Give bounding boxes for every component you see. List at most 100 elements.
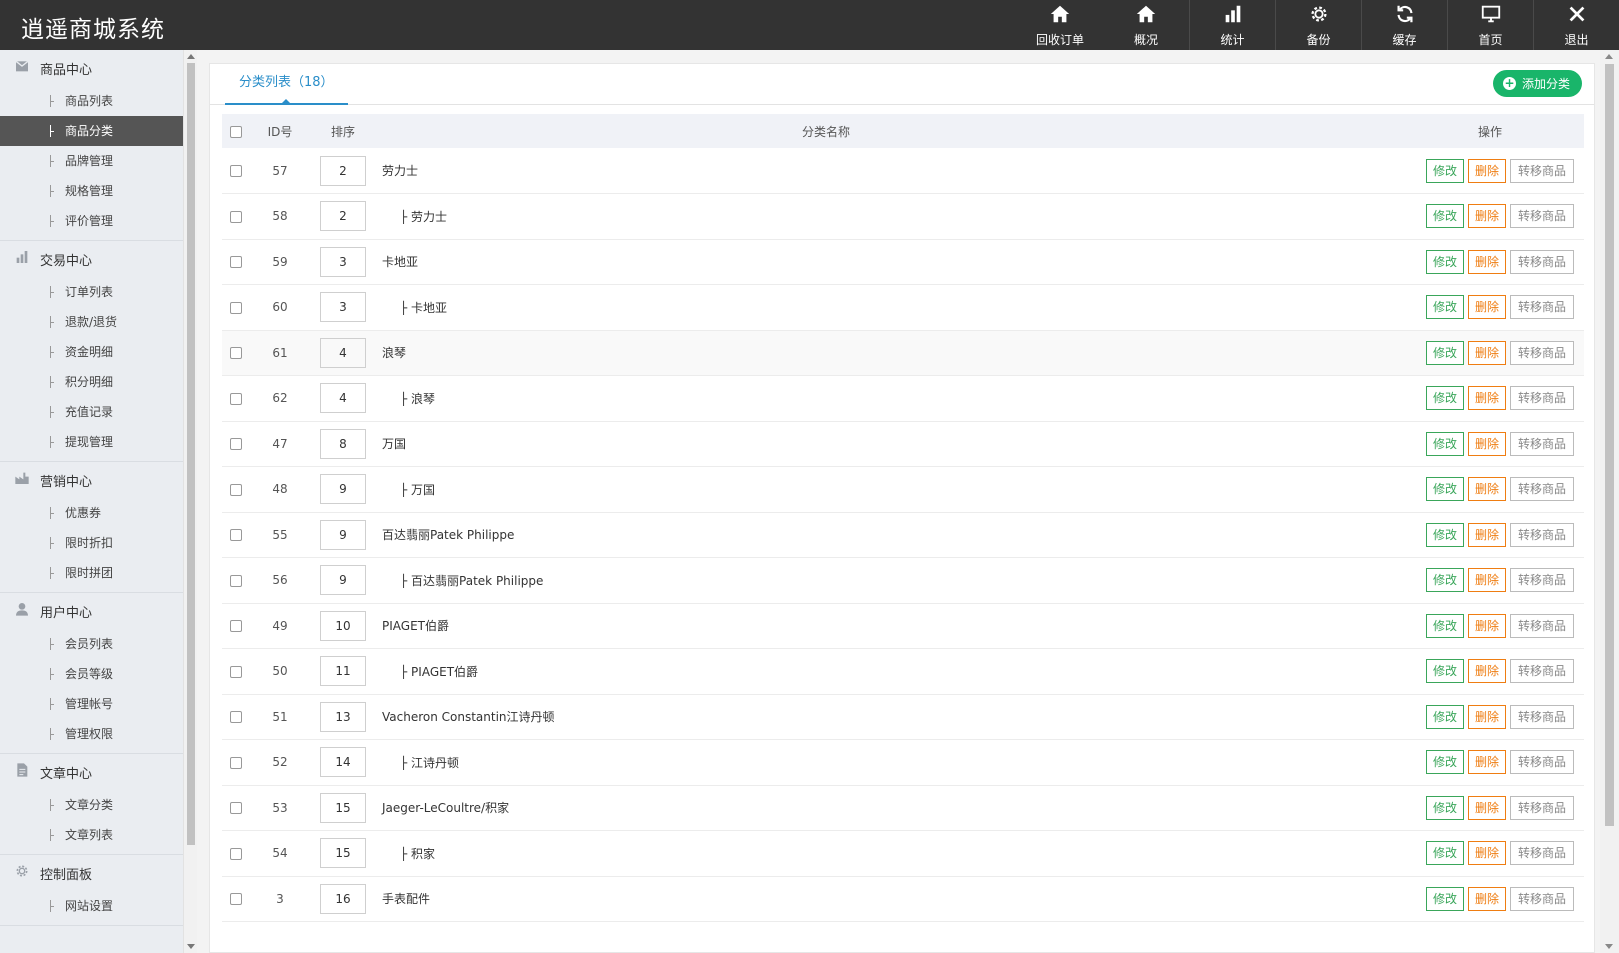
add-category-button[interactable]: + 添加分类 <box>1492 70 1582 97</box>
edit-button[interactable]: 修改 <box>1425 158 1464 183</box>
topnav-item-5[interactable]: 首页 <box>1447 0 1533 50</box>
sidebar-group-head[interactable]: 商品中心 <box>0 50 183 86</box>
sort-input[interactable]: 15 <box>320 838 366 869</box>
scroll-up-icon[interactable] <box>187 54 195 59</box>
row-checkbox[interactable] <box>230 438 242 451</box>
move-products-button[interactable]: 转移商品 <box>1509 613 1574 638</box>
move-products-button[interactable]: 转移商品 <box>1509 841 1574 866</box>
sort-input[interactable]: 3 <box>320 292 366 323</box>
delete-button[interactable]: 删除 <box>1467 522 1506 547</box>
row-checkbox[interactable] <box>230 256 242 269</box>
sidebar-item[interactable]: 管理权限 <box>0 719 183 749</box>
delete-button[interactable]: 删除 <box>1467 568 1506 593</box>
sort-input[interactable]: 3 <box>320 246 366 277</box>
delete-button[interactable]: 删除 <box>1467 795 1506 820</box>
row-checkbox[interactable] <box>230 483 242 496</box>
sidebar-group-head[interactable]: 交易中心 <box>0 241 183 277</box>
row-checkbox[interactable] <box>230 165 242 177</box>
delete-button[interactable]: 删除 <box>1467 158 1506 183</box>
edit-button[interactable]: 修改 <box>1425 704 1464 729</box>
row-checkbox[interactable] <box>230 756 242 769</box>
sort-input[interactable]: 16 <box>320 883 366 914</box>
sidebar-item[interactable]: 积分明细 <box>0 367 183 397</box>
move-products-button[interactable]: 转移商品 <box>1509 568 1574 593</box>
sidebar-group-head[interactable]: 控制面板 <box>0 855 183 891</box>
edit-button[interactable]: 修改 <box>1425 522 1464 547</box>
select-all-checkbox[interactable] <box>230 125 242 138</box>
delete-button[interactable]: 删除 <box>1467 204 1506 229</box>
sort-input[interactable]: 2 <box>320 201 366 232</box>
row-checkbox[interactable] <box>230 301 242 314</box>
move-products-button[interactable]: 转移商品 <box>1509 659 1574 684</box>
sidebar-item[interactable]: 限时折扣 <box>0 528 183 558</box>
sidebar-item[interactable]: 订单列表 <box>0 277 183 307</box>
delete-button[interactable]: 删除 <box>1467 704 1506 729</box>
row-checkbox[interactable] <box>230 802 242 815</box>
row-checkbox[interactable] <box>230 392 242 405</box>
sidebar-group-head[interactable]: 文章中心 <box>0 754 183 790</box>
edit-button[interactable]: 修改 <box>1425 750 1464 775</box>
sidebar-scroll-thumb[interactable] <box>187 63 195 845</box>
move-products-button[interactable]: 转移商品 <box>1509 750 1574 775</box>
delete-button[interactable]: 删除 <box>1467 750 1506 775</box>
edit-button[interactable]: 修改 <box>1425 249 1464 274</box>
topnav-item-1[interactable]: 概况 <box>1103 0 1189 50</box>
scroll-up-icon[interactable] <box>1605 54 1613 59</box>
sort-input[interactable]: 8 <box>320 428 366 459</box>
sidebar-item[interactable]: 会员列表 <box>0 629 183 659</box>
edit-button[interactable]: 修改 <box>1425 886 1464 911</box>
topnav-item-2[interactable]: 统计 <box>1189 0 1275 50</box>
move-products-button[interactable]: 转移商品 <box>1509 522 1574 547</box>
move-products-button[interactable]: 转移商品 <box>1509 340 1574 365</box>
sidebar-scrollbar[interactable] <box>183 50 197 953</box>
move-products-button[interactable]: 转移商品 <box>1509 249 1574 274</box>
row-checkbox[interactable] <box>230 665 242 678</box>
sort-input[interactable]: 9 <box>320 474 366 505</box>
edit-button[interactable]: 修改 <box>1425 340 1464 365</box>
edit-button[interactable]: 修改 <box>1425 204 1464 229</box>
sidebar-item[interactable]: 会员等级 <box>0 659 183 689</box>
delete-button[interactable]: 删除 <box>1467 431 1506 456</box>
edit-button[interactable]: 修改 <box>1425 613 1464 638</box>
sidebar-item[interactable]: 文章分类 <box>0 790 183 820</box>
sidebar-item[interactable]: 商品分类 <box>0 116 183 146</box>
sidebar-item[interactable]: 商品列表 <box>0 86 183 116</box>
delete-button[interactable]: 删除 <box>1467 477 1506 502</box>
row-checkbox[interactable] <box>230 210 242 223</box>
move-products-button[interactable]: 转移商品 <box>1509 477 1574 502</box>
delete-button[interactable]: 删除 <box>1467 659 1506 684</box>
delete-button[interactable]: 删除 <box>1467 249 1506 274</box>
edit-button[interactable]: 修改 <box>1425 386 1464 411</box>
sort-input[interactable]: 4 <box>320 383 366 414</box>
topnav-item-4[interactable]: 缓存 <box>1361 0 1447 50</box>
main-scroll-thumb[interactable] <box>1605 64 1614 826</box>
sidebar-item[interactable]: 资金明细 <box>0 337 183 367</box>
delete-button[interactable]: 删除 <box>1467 841 1506 866</box>
sidebar-item[interactable]: 优惠券 <box>0 498 183 528</box>
sidebar-item[interactable]: 网站设置 <box>0 891 183 921</box>
topnav-item-0[interactable]: 回收订单 <box>1017 0 1103 50</box>
delete-button[interactable]: 删除 <box>1467 386 1506 411</box>
move-products-button[interactable]: 转移商品 <box>1509 204 1574 229</box>
sidebar-item[interactable]: 文章列表 <box>0 820 183 850</box>
topnav-item-3[interactable]: 备份 <box>1275 0 1361 50</box>
sidebar-item[interactable]: 规格管理 <box>0 176 183 206</box>
sidebar-item[interactable]: 评价管理 <box>0 206 183 236</box>
sidebar-item[interactable]: 品牌管理 <box>0 146 183 176</box>
edit-button[interactable]: 修改 <box>1425 477 1464 502</box>
edit-button[interactable]: 修改 <box>1425 568 1464 593</box>
row-checkbox[interactable] <box>230 847 242 860</box>
topnav-item-6[interactable]: 退出 <box>1533 0 1619 50</box>
edit-button[interactable]: 修改 <box>1425 295 1464 320</box>
sidebar-group-head[interactable]: 营销中心 <box>0 462 183 498</box>
sort-input[interactable]: 9 <box>320 565 366 596</box>
edit-button[interactable]: 修改 <box>1425 795 1464 820</box>
sidebar-item[interactable]: 退款/退货 <box>0 307 183 337</box>
move-products-button[interactable]: 转移商品 <box>1509 158 1574 183</box>
sidebar-item[interactable]: 充值记录 <box>0 397 183 427</box>
move-products-button[interactable]: 转移商品 <box>1509 386 1574 411</box>
sort-input[interactable]: 11 <box>320 656 366 687</box>
row-checkbox[interactable] <box>230 620 242 633</box>
row-checkbox[interactable] <box>230 529 242 542</box>
move-products-button[interactable]: 转移商品 <box>1509 704 1574 729</box>
